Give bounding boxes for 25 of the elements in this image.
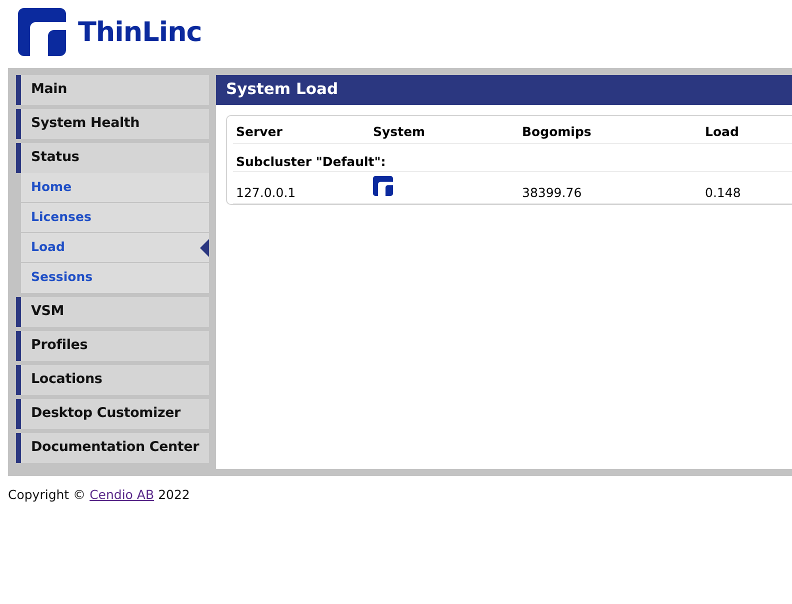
nav-item[interactable]: Documentation Center (16, 433, 209, 463)
column-header: Bogomips (519, 120, 702, 144)
table-cell: 38399.76 (519, 172, 702, 204)
nav-item[interactable]: Profiles (16, 331, 209, 361)
nav-item[interactable]: System Health (16, 109, 209, 139)
panel-title: System Load (216, 75, 792, 105)
logo-text: ThinLinc (78, 16, 202, 48)
subnav-item[interactable]: Home (21, 173, 209, 203)
logo-icon (373, 176, 393, 196)
column-header: System (370, 120, 519, 144)
column-header: Load (702, 120, 792, 144)
table-cell: 127.0.0.1 (233, 172, 370, 204)
nav-item[interactable]: Locations (16, 365, 209, 395)
column-header: Server (233, 120, 370, 144)
nav-item[interactable]: Main (16, 75, 209, 105)
table-cell: 0.148 (702, 172, 792, 204)
nav-item[interactable]: Status (16, 143, 209, 173)
copyright-text: Copyright © (8, 487, 86, 502)
nav-item[interactable]: VSM (16, 297, 209, 327)
company-link[interactable]: Cendio AB (90, 487, 154, 502)
group-label: Subcluster "Default": (233, 144, 792, 172)
nav-item[interactable]: Desktop Customizer (16, 399, 209, 429)
subnav-item[interactable]: Sessions (21, 263, 209, 293)
year-text: 2022 (158, 487, 190, 502)
logo-icon (18, 8, 66, 56)
